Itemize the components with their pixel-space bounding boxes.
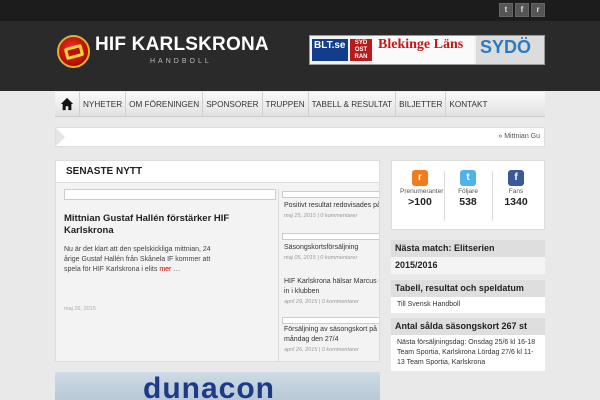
featured-title[interactable]: Mittnian Gustaf Hallén förstärker HIF Ka…	[64, 213, 276, 237]
twitter-icon[interactable]: t	[499, 3, 513, 17]
stat-label: Fans	[508, 188, 524, 195]
banner-sydo: SYDÖ	[476, 36, 544, 64]
widget-next-match: Nästa match: Elitserien 2015/2016	[391, 240, 545, 274]
stat-subscribers[interactable]: r Prenumeranter >100	[400, 170, 444, 208]
nav-tabell-resultat[interactable]: TABELL & RESULTAT	[307, 91, 396, 117]
list-thumb[interactable]	[282, 317, 379, 324]
home-icon[interactable]	[55, 92, 79, 117]
social-stats: r Prenumeranter >100 t Följare 538 f Fan…	[391, 160, 545, 230]
rss-icon: r	[412, 170, 428, 186]
list-item-title[interactable]: Försäljning av säsongskort på Team Sport…	[284, 325, 379, 345]
facebook-icon[interactable]: f	[515, 3, 529, 17]
list-item-meta: maj 25, 2015 | 0 kommentarer	[284, 213, 358, 219]
latest-news: SENASTE NYTT Mittnian Gustaf Hallén förs…	[55, 160, 380, 362]
news-ticker: » Mittnian Gu	[55, 127, 545, 147]
featured-excerpt: Nu är det klart att den spelskickliga mi…	[64, 246, 211, 273]
list-item-meta: april 26, 2015 | 0 kommentarer	[284, 347, 359, 353]
list-thumb[interactable]	[282, 233, 379, 240]
rss-icon[interactable]: r	[531, 3, 545, 17]
svensk-handboll-link[interactable]: Till Svensk Handboll	[391, 297, 545, 313]
stat-value: 538	[459, 196, 477, 208]
stat-value: 1340	[504, 196, 528, 208]
season-cards-title: Antal sålda säsongskort 267 st	[391, 318, 545, 335]
list-item-title[interactable]: Positivt resultat redovisades på årsmöte…	[284, 201, 379, 211]
nav-sponsorer[interactable]: SPONSORER	[202, 91, 261, 117]
column-divider	[278, 189, 279, 361]
nav-nyheter[interactable]: NYHETER	[79, 91, 125, 117]
stat-label: Prenumeranter	[400, 188, 444, 195]
ticker-text[interactable]: » Mittnian Gu	[498, 133, 540, 140]
season-cards-info: Nästa försäljningsdag: Onsdag 25/6 kl 16…	[391, 335, 545, 371]
banner-blt: BLT.se	[312, 39, 348, 61]
site-header: HIF KARLSKRONA HANDBOLL BLT.se SYD OST R…	[0, 21, 600, 91]
main-nav: NYHETER OM FÖRENINGEN SPONSORER TRUPPEN …	[55, 91, 545, 117]
stat-fans[interactable]: f Fans 1340	[496, 170, 536, 208]
nav-biljetter[interactable]: BILJETTER	[395, 91, 445, 117]
nav-truppen[interactable]: TRUPPEN	[261, 91, 308, 117]
read-more-link[interactable]: mer	[159, 266, 171, 273]
widget-table: Tabell, resultat och speldatum Till Sven…	[391, 280, 545, 313]
site-title[interactable]: HIF KARLSKRONA	[95, 34, 269, 56]
list-item-meta: april 29, 2015 | 0 kommentarer	[284, 299, 359, 305]
sponsor-ad[interactable]: dunacon	[55, 372, 380, 400]
latest-news-title: SENASTE NYTT	[66, 166, 143, 177]
top-social-links: t f r	[499, 3, 545, 17]
stat-value: >100	[408, 196, 432, 208]
list-item-meta: maj 05, 2015 | 0 kommentarer	[284, 255, 358, 261]
table-widget-title: Tabell, resultat och speldatum	[391, 280, 545, 297]
twitter-icon: t	[460, 170, 476, 186]
next-match-title: Nästa match: Elitserien	[391, 240, 545, 257]
club-logo[interactable]	[57, 35, 90, 68]
featured-article: Mittnian Gustaf Hallén förstärker HIF Ka…	[64, 189, 276, 359]
stat-label: Följare	[458, 188, 478, 195]
nav-kontakt[interactable]: KONTAKT	[445, 91, 490, 117]
banner-sydostran: SYD OST RAN	[350, 39, 372, 61]
facebook-icon: f	[508, 170, 524, 186]
list-item-title[interactable]: Säsongskortsförsäljning	[284, 243, 379, 253]
ticker-arrow-icon	[56, 128, 65, 146]
list-thumb[interactable]	[282, 191, 379, 198]
top-bar: t f r	[0, 0, 600, 21]
banner-blekinge: Blekinge Läns	[374, 36, 474, 64]
site-subtitle: HANDBOLL	[150, 58, 212, 65]
sponsor-ad-text: dunacon	[143, 372, 275, 400]
nav-om-foreningen[interactable]: OM FÖRENINGEN	[125, 91, 202, 117]
latest-news-header: SENASTE NYTT	[56, 161, 379, 183]
widget-season-cards: Antal sålda säsongskort 267 st Nästa för…	[391, 318, 545, 371]
featured-date: maj 26, 2015	[64, 306, 96, 312]
featured-image[interactable]	[64, 189, 276, 200]
next-match-season: 2015/2016	[391, 257, 545, 274]
sponsor-banner[interactable]: BLT.se SYD OST RAN Blekinge Läns SYDÖ	[309, 35, 545, 65]
list-item-title[interactable]: HIF Karlskrona hälsar Marcus Gadd välkom…	[284, 277, 379, 297]
stat-followers[interactable]: t Följare 538	[448, 170, 488, 208]
